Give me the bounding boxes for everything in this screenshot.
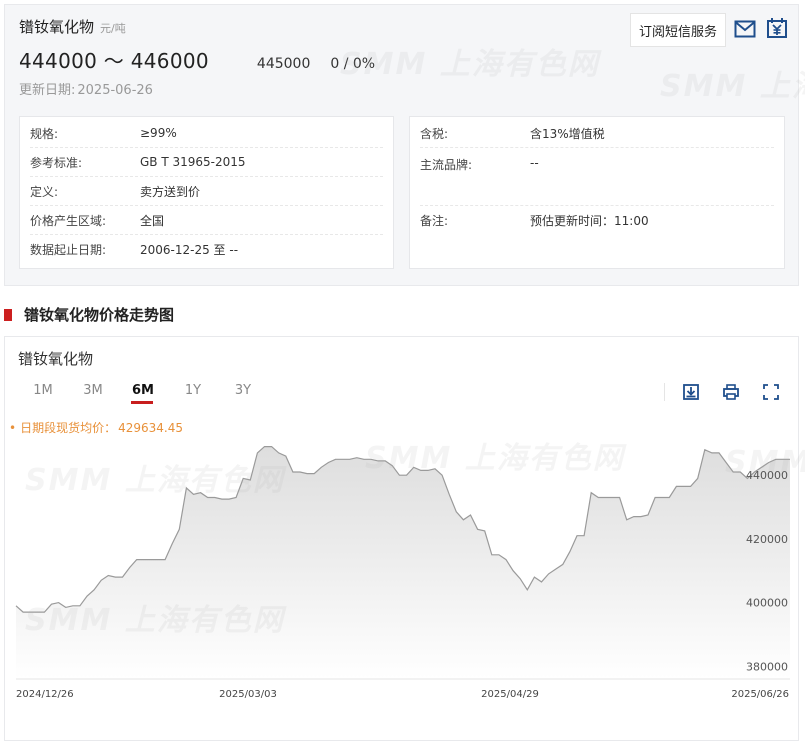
watermark: SMM 上海有色网 xyxy=(660,69,805,104)
price-trend-chart: 380000 400000 420000 440000 2024/12/26 2025/… xyxy=(15,446,790,700)
update-date-label: 更新日期: xyxy=(19,83,76,98)
mail-icon[interactable] xyxy=(734,19,756,39)
info-row: 定义: 卖方送到价 xyxy=(30,177,383,206)
info-value: ≥99% xyxy=(140,126,177,140)
info-value: 含13%增值税 xyxy=(530,126,605,141)
info-value: -- xyxy=(530,156,539,170)
info-row: 主流品牌: -- xyxy=(420,148,774,206)
section-title-text: 镨钕氧化物价格走势图 xyxy=(24,306,175,324)
info-key: 备注: xyxy=(420,214,449,228)
spec-info-right: 含税: 含13%增值税 主流品牌: -- 备注: 预估更新时间：11:00 xyxy=(409,116,785,269)
y-tick-label: 440000 xyxy=(746,469,788,482)
spec-info-left: 规格: ≥99% 参考标准: GB T 31965-2015 定义: 卖方送到价 价格… xyxy=(19,116,394,269)
info-key: 价格产生区域: xyxy=(30,213,107,228)
x-tick-label: 2025/04/29 xyxy=(481,689,539,700)
info-value: 2006-12-25 至 -- xyxy=(140,243,239,257)
watermark: SMM 上海有色网 xyxy=(340,47,600,82)
update-date-value: 2025-06-26 xyxy=(77,83,153,98)
average-price: 445000 xyxy=(256,56,311,72)
info-value: 预估更新时间：11:00 xyxy=(530,214,649,228)
y-tick-label: 380000 xyxy=(746,660,788,673)
price-unit: 元/吨 xyxy=(100,22,126,35)
title-row: 镨钕氧化物 元/吨 xyxy=(19,16,126,37)
subscribe-sms-button[interactable]: 订阅短信服务 xyxy=(630,13,726,47)
price-chart-card: 镨钕氧化物 1M 3M 6M 1Y 3Y • 日期段现货均价： 429634.45 xyxy=(4,336,805,741)
section-title: 镨钕氧化物价格走势图 xyxy=(4,304,174,325)
y-tick-label: 420000 xyxy=(746,533,788,546)
price-calendar-icon[interactable] xyxy=(766,17,788,39)
info-key: 数据起止日期: xyxy=(30,243,107,257)
x-tick-label: 2025/06/26 xyxy=(731,689,789,700)
info-key: 主流品牌: xyxy=(420,158,473,172)
x-tick-label: 2025/03/03 xyxy=(219,689,277,700)
info-key: 规格: xyxy=(30,126,59,141)
info-row: 备注: 预估更新时间：11:00 xyxy=(420,206,774,235)
section-marker xyxy=(4,308,12,321)
info-value: GB T 31965-2015 xyxy=(140,155,246,169)
info-row: 数据起止日期: 2006-12-25 至 -- xyxy=(30,235,383,264)
price-summary-panel: 镨钕氧化物 元/吨 444000 ～ 446000 445000 0 / 0% … xyxy=(4,4,805,286)
info-value: 卖方送到价 xyxy=(140,184,201,199)
info-key: 含税: xyxy=(420,126,449,141)
info-row: 价格产生区域: 全国 xyxy=(30,206,383,235)
product-name: 镨钕氧化物 xyxy=(19,18,95,36)
price-row: 444000 ～ 446000 445000 0 / 0% xyxy=(19,45,375,74)
info-key: 定义: xyxy=(30,184,59,199)
update-date-row: 更新日期: 2025-06-26 xyxy=(19,79,153,98)
info-row: 含税: 含13%增值税 xyxy=(420,119,774,148)
price-range: 444000 ～ 446000 xyxy=(19,49,209,73)
info-value: 全国 xyxy=(140,213,165,228)
info-row: 参考标准: GB T 31965-2015 xyxy=(30,148,383,177)
price-area xyxy=(16,446,790,679)
info-row: 规格: ≥99% xyxy=(30,119,383,148)
price-change: 0 / 0% xyxy=(330,56,376,72)
y-tick-label: 400000 xyxy=(746,597,788,610)
info-key: 参考标准: xyxy=(30,155,83,170)
x-tick-label: 2024/12/26 xyxy=(16,689,74,700)
